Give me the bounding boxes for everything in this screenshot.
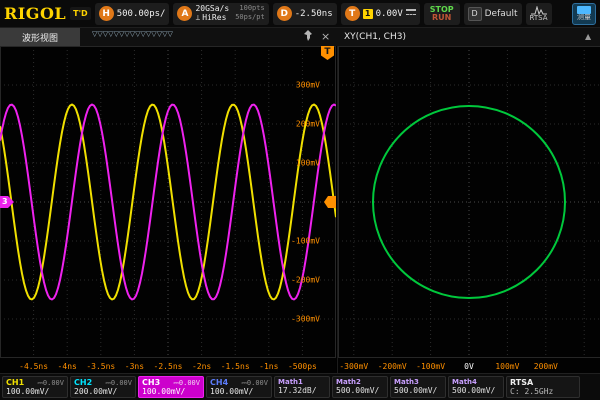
rtsa-name: RTSA bbox=[510, 378, 576, 387]
time-axis-label: -3ns bbox=[125, 362, 144, 371]
math-name: Math1 bbox=[278, 378, 326, 386]
waveform-graticule bbox=[0, 46, 336, 358]
measure-button[interactable]: 测量 bbox=[572, 3, 596, 25]
xy-axis-label: 0V bbox=[464, 362, 474, 371]
rtsa-box[interactable]: RTSAC: 2.5GHz bbox=[506, 376, 580, 398]
chevron-up-icon[interactable]: ▲ bbox=[585, 32, 591, 41]
trigger-level-value: 0.00V bbox=[376, 9, 403, 19]
run-stop-button[interactable]: STOP RUN bbox=[424, 3, 460, 25]
trigger-event-marks: ▽▽▽▽▽▽▽▽▽▽▽▽▽▽▽ bbox=[92, 30, 173, 38]
time-axis-label: -500ps bbox=[288, 362, 317, 371]
channel-box-ch2[interactable]: CH2 ⎓0.00V200.00mV/ bbox=[70, 376, 136, 398]
math-scale: 17.32dB/ bbox=[278, 386, 326, 395]
time-axis-label: -1ns bbox=[259, 362, 278, 371]
time-axis-label: -1.5ns bbox=[221, 362, 250, 371]
trigger-mark-icon: ▽ bbox=[167, 30, 172, 38]
run-label: RUN bbox=[432, 14, 451, 22]
time-axis-label: -3.5ns bbox=[86, 362, 115, 371]
channel-scale: 100.00mV/ bbox=[142, 387, 200, 396]
channel-offset: ⎓0.00V bbox=[37, 379, 64, 387]
math-name: Math2 bbox=[336, 378, 384, 386]
xy-graticule bbox=[338, 46, 600, 358]
channel-name: CH3 bbox=[142, 378, 160, 387]
dc-coupling-icon bbox=[406, 9, 416, 18]
default-icon: D bbox=[468, 7, 482, 21]
t-key-icon: T bbox=[345, 6, 360, 21]
topbar: RIGOL T'D H 500.00ps/ A 20GSa/s 100pts ⊥… bbox=[0, 0, 600, 28]
time-per-point: 50ps/pt bbox=[235, 14, 265, 22]
waveform-panel[interactable]: 300mV200mV100mV-100mV-200mV-300mV T 3 -4… bbox=[0, 46, 336, 373]
math-box-math3[interactable]: Math3500.00mV/ bbox=[390, 376, 446, 398]
close-icon[interactable]: × bbox=[321, 30, 330, 44]
math-scale: 500.00mV/ bbox=[336, 386, 384, 395]
time-axis-label: -4.5ns bbox=[19, 362, 48, 371]
time-axis-label: -2.5ns bbox=[154, 362, 183, 371]
rtsa-label: RTSA bbox=[530, 15, 548, 22]
math-name: Math3 bbox=[394, 378, 442, 386]
channel-box-ch4[interactable]: CH4 ⎓0.00V100.00mV/ bbox=[206, 376, 272, 398]
channel-offset: ⎓0.00V bbox=[241, 379, 268, 387]
measure-label: 测量 bbox=[577, 14, 591, 21]
math-box-math1[interactable]: Math117.32dB/ bbox=[274, 376, 330, 398]
xy-axis-label: 100mV bbox=[495, 362, 519, 371]
timebase-value: 500.00ps/ bbox=[117, 9, 166, 19]
default-button[interactable]: D Default bbox=[464, 3, 522, 25]
channel-name: CH4 bbox=[210, 378, 228, 387]
default-label: Default bbox=[485, 9, 518, 19]
time-axis-label: -2ns bbox=[192, 362, 211, 371]
tab-waveform-view[interactable]: 波形视图 bbox=[0, 28, 80, 46]
rigol-logo: RIGOL bbox=[4, 4, 66, 23]
time-axis-labels: -4.5ns -4ns -3.5ns -3ns -2.5ns -2ns -1.5ns -1ns… bbox=[0, 358, 336, 373]
channel-name: CH2 bbox=[74, 378, 92, 387]
math-name: Math4 bbox=[452, 378, 500, 386]
channel-offset: ⎓0.00V bbox=[173, 379, 200, 387]
channel-name: CH1 bbox=[6, 378, 24, 387]
xy-axis-label: -300mV bbox=[339, 362, 368, 371]
trigger-source-badge: 1 bbox=[363, 9, 373, 19]
acquire-button[interactable]: A 20GSa/s 100pts ⊥HiRes 50ps/pt bbox=[173, 3, 268, 25]
a-key-icon: A bbox=[177, 6, 192, 21]
d-key-icon: D bbox=[277, 6, 292, 21]
delay-value: -2.50ns bbox=[295, 9, 333, 19]
rtsa-button[interactable]: RTSA bbox=[526, 3, 552, 25]
time-axis-label: -4ns bbox=[58, 362, 77, 371]
horizontal-scale-button[interactable]: H 500.00ps/ bbox=[95, 3, 170, 25]
xy-panel-title: XY(CH1, CH3) bbox=[344, 28, 406, 46]
hires-icon: ⊥ bbox=[195, 13, 200, 22]
tab-waveform-label: 波形视图 bbox=[22, 31, 58, 44]
h-key-icon: H bbox=[99, 6, 114, 21]
trigger-status-badge: T'D bbox=[70, 7, 91, 20]
xy-axis-labels: -300mV -200mV -100mV 0V 100mV 200mV bbox=[338, 358, 600, 373]
channel-scale: 100.00mV/ bbox=[6, 387, 64, 396]
status-bar: CH1⎓0.00V100.00mV/CH2⎓0.00V200.00mV/CH3⎓… bbox=[0, 373, 600, 400]
delay-button[interactable]: D -2.50ns bbox=[273, 3, 337, 25]
acquisition-mode: HiRes bbox=[202, 13, 226, 22]
xy-axis-label: -200mV bbox=[378, 362, 407, 371]
rtsa-center-freq: C: 2.5GHz bbox=[510, 387, 576, 396]
trigger-button[interactable]: T 1 0.00V bbox=[341, 3, 420, 25]
math-box-math2[interactable]: Math2500.00mV/ bbox=[332, 376, 388, 398]
xy-axis-label: -100mV bbox=[416, 362, 445, 371]
channel-box-ch3[interactable]: CH3 ⎓0.00V100.00mV/ bbox=[138, 376, 204, 398]
ruler-icon bbox=[577, 6, 591, 14]
channel-scale: 100.00mV/ bbox=[210, 387, 268, 396]
pin-icon[interactable] bbox=[303, 30, 313, 46]
acquire-info: 20GSa/s 100pts ⊥HiRes 50ps/pt bbox=[195, 5, 264, 22]
oscilloscope-screen: RIGOL T'D H 500.00ps/ A 20GSa/s 100pts ⊥… bbox=[0, 0, 600, 400]
channel-scale: 200.00mV/ bbox=[74, 387, 132, 396]
tab-row: 波形视图 ▽▽▽▽▽▽▽▽▽▽▽▽▽▽▽ × XY(CH1, CH3) ▲ bbox=[0, 28, 600, 46]
math-box-math4[interactable]: Math4500.00mV/ bbox=[448, 376, 504, 398]
channel-box-ch1[interactable]: CH1 ⎓0.00V100.00mV/ bbox=[2, 376, 68, 398]
math-scale: 500.00mV/ bbox=[452, 386, 500, 395]
math-scale: 500.00mV/ bbox=[394, 386, 442, 395]
xy-panel[interactable]: -300mV -200mV -100mV 0V 100mV 200mV bbox=[337, 46, 600, 373]
xy-axis-label: 200mV bbox=[534, 362, 558, 371]
channel-offset: ⎓0.00V bbox=[105, 379, 132, 387]
